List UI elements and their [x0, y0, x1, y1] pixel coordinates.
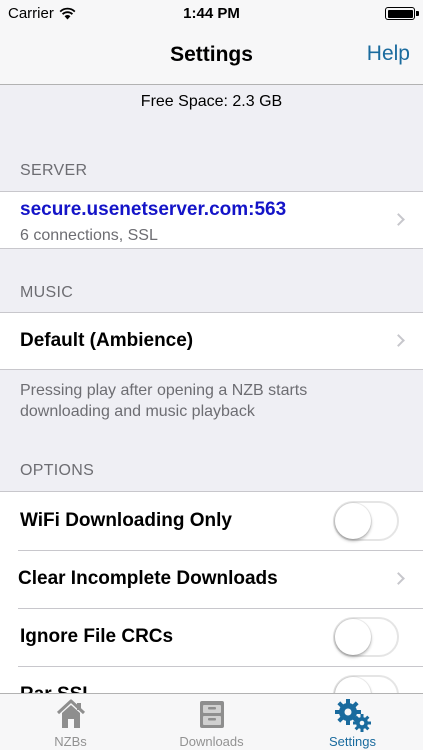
toggle-knob	[335, 503, 371, 539]
music-footer-text: Pressing play after opening a NZB starts…	[20, 382, 308, 420]
ignore-crc-toggle[interactable]	[333, 617, 399, 657]
server-section-header: SERVER	[20, 162, 88, 179]
option-row-rar-ssl[interactable]: Rar SSL	[0, 666, 423, 693]
music-row[interactable]: Default (Ambience)	[0, 313, 423, 369]
tab-downloads[interactable]: Downloads	[141, 694, 282, 750]
status-bar: Carrier 1:44 PM	[0, 0, 423, 28]
chevron-right-icon	[392, 213, 405, 226]
options-group: WiFi Downloading Only Clear Incomplete D…	[0, 491, 423, 693]
server-group: secure.usenetserver.com:563 6 connection…	[0, 191, 423, 249]
wifi-only-toggle[interactable]	[333, 501, 399, 541]
tab-settings[interactable]: Settings	[282, 694, 423, 750]
tab-label: Downloads	[179, 734, 244, 749]
rar-ssl-toggle[interactable]	[333, 675, 399, 693]
free-space-label: Free Space: 2.3 GB	[140, 93, 283, 110]
options-section-header: OPTIONS	[20, 462, 95, 479]
archive-box-icon	[199, 701, 224, 728]
option-label: Ignore File CRCs	[20, 626, 174, 647]
server-detail: 6 connections, SSL	[20, 227, 158, 244]
tab-nzbs[interactable]: NZBs	[0, 694, 141, 750]
chevron-right-icon	[392, 334, 405, 347]
house-icon	[56, 699, 85, 728]
tab-bar: NZBs Downloads Settings	[0, 693, 423, 750]
page-title: Settings	[170, 43, 253, 66]
option-label: Rar SSL	[20, 684, 94, 693]
option-row-ignore-crcs[interactable]: Ignore File CRCs	[0, 608, 423, 666]
toggle-knob	[335, 619, 371, 655]
option-row-wifi-only[interactable]: WiFi Downloading Only	[0, 492, 423, 550]
music-group: Default (Ambience)	[0, 312, 423, 370]
settings-list[interactable]: Free Space: 2.3 GB SERVER secure.usenets…	[0, 85, 423, 693]
music-section-header: MUSIC	[20, 284, 74, 301]
gears-icon	[334, 699, 371, 732]
option-label: WiFi Downloading Only	[20, 510, 232, 531]
help-button[interactable]: Help	[367, 42, 410, 66]
tab-label: Settings	[329, 734, 376, 749]
option-row-clear-incomplete[interactable]: Clear Incomplete Downloads	[0, 550, 423, 608]
status-time: 1:44 PM	[183, 5, 240, 22]
navigation-bar: Settings Help	[0, 28, 423, 85]
option-label: Clear Incomplete Downloads	[18, 568, 278, 589]
music-selection: Default (Ambience)	[20, 330, 194, 351]
server-host: secure.usenetserver.com:563	[20, 199, 287, 220]
tab-label: NZBs	[54, 734, 87, 749]
toggle-knob	[335, 677, 371, 693]
server-row[interactable]: secure.usenetserver.com:563 6 connection…	[0, 192, 423, 248]
chevron-right-icon	[392, 572, 405, 585]
battery-icon	[385, 7, 419, 20]
